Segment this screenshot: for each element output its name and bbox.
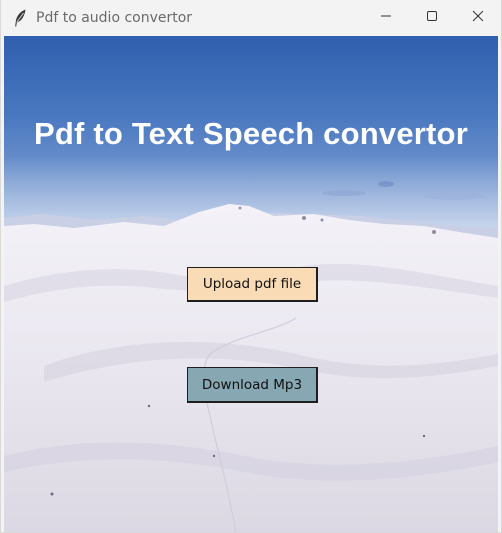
page-title: Pdf to Text Speech convertor [34,116,468,151]
app-window: Pdf to audio convertor Pdf to Text Speec… [0,0,502,533]
download-mp3-button[interactable]: Download Mp3 [187,367,318,403]
close-icon [472,7,484,26]
feather-icon [11,9,29,27]
minimize-button[interactable] [363,0,409,32]
title-bar[interactable]: Pdf to audio convertor [1,0,501,36]
close-button[interactable] [455,0,501,32]
window-title: Pdf to audio convertor [36,10,193,26]
upload-pdf-button[interactable]: Upload pdf file [187,267,318,302]
maximize-button[interactable] [409,0,455,32]
minimize-icon [380,7,392,26]
window-controls [363,0,501,36]
main-canvas: Pdf to Text Speech convertor Upload pdf … [4,36,498,532]
maximize-icon [426,7,438,26]
